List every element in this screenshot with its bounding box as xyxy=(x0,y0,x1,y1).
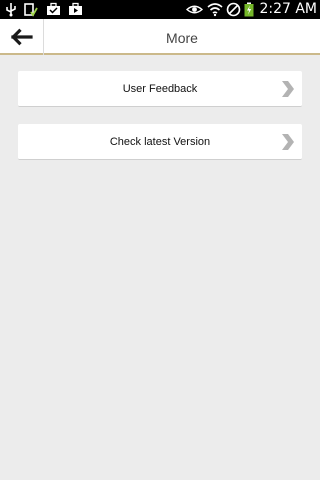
chevron-right-icon xyxy=(282,81,294,97)
battery-charging-icon xyxy=(244,2,254,17)
briefcase-icon xyxy=(47,2,60,15)
status-bar: 2:27 AM xyxy=(0,0,320,19)
app-header: More xyxy=(0,19,320,55)
wifi-icon xyxy=(207,3,223,17)
chevron-right-icon xyxy=(282,134,294,150)
back-button[interactable] xyxy=(0,19,44,55)
no-signal-icon xyxy=(226,2,241,17)
check-latest-version-item[interactable]: Check latest Version xyxy=(18,124,302,160)
status-time: 2:27 AM xyxy=(259,1,317,17)
page-title: More xyxy=(166,30,198,46)
user-feedback-label: User Feedback xyxy=(122,83,198,95)
user-feedback-item[interactable]: User Feedback xyxy=(18,71,302,107)
check-latest-version-label: Check latest Version xyxy=(109,136,211,148)
usb-icon xyxy=(6,3,16,17)
more-menu-list: User Feedback Check latest Version xyxy=(18,71,302,177)
eye-icon xyxy=(186,5,203,14)
back-arrow-icon xyxy=(10,28,33,46)
bag-icon xyxy=(69,2,82,15)
sim-check-icon xyxy=(24,3,38,17)
